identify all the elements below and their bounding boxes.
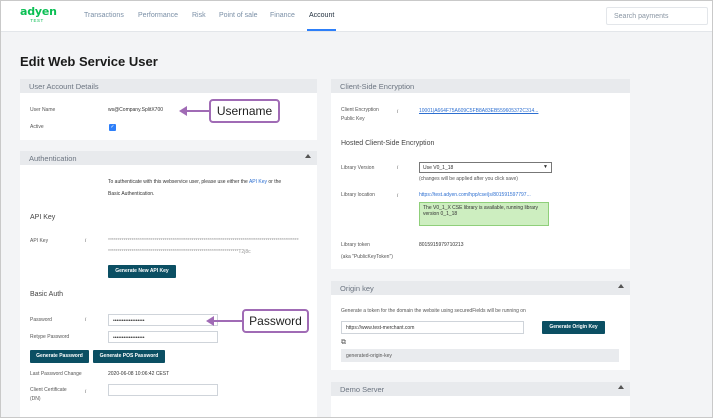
hosted-cse-heading: Hosted Client-Side Encryption xyxy=(341,140,435,147)
library-version-note: (changes will be applied after you click… xyxy=(419,176,518,182)
client-cert-label-dn: (DN) xyxy=(30,396,41,402)
panel-title: Origin key xyxy=(340,284,374,293)
api-key-line2: ****************************************… xyxy=(108,249,251,255)
nav-item-transactions[interactable]: Transactions xyxy=(84,12,124,19)
active-checkbox[interactable]: ✓ xyxy=(109,124,116,131)
collapse-icon[interactable] xyxy=(618,385,624,389)
password-label: Password xyxy=(30,317,52,323)
auth-intro: To authenticate with this webservice use… xyxy=(108,179,281,186)
generate-origin-key-button[interactable]: Generate Origin Key xyxy=(542,321,605,334)
auth-intro-line2: Basic Authentication. xyxy=(108,191,155,197)
app-window: adyen TEST Transactions Performance Risk… xyxy=(0,0,713,418)
top-nav: adyen TEST Transactions Performance Risk… xyxy=(1,1,712,32)
generate-pos-password-button[interactable]: Generate POS Password xyxy=(93,350,165,363)
encryption-key-value[interactable]: 10001|A664F75A609C5FB8A83EB559605372C314… xyxy=(419,108,538,115)
library-version-value: Use V0_1_18 xyxy=(423,165,454,171)
library-token-value: 8015915979710213 xyxy=(419,242,464,248)
password-callout-arrow xyxy=(211,320,243,322)
last-change-label: Last Password Change xyxy=(30,371,82,377)
username-label: User Name xyxy=(30,107,56,113)
generated-origin-key[interactable]: generated-origin-key xyxy=(341,349,619,362)
library-version-select[interactable]: Use V0_1_18 ▼ xyxy=(419,162,552,173)
active-label: Active xyxy=(30,124,44,130)
origin-domain-input[interactable]: https://www.test-merchant.com xyxy=(341,321,524,334)
info-icon[interactable]: i xyxy=(397,165,398,171)
collapse-icon[interactable] xyxy=(618,284,624,288)
panel-title: Client-Side Encryption xyxy=(340,82,415,91)
chevron-down-icon: ▼ xyxy=(543,164,548,170)
panel-header: Demo Server xyxy=(331,382,630,396)
panel-header: Authentication xyxy=(20,151,317,165)
nav-item-performance[interactable]: Performance xyxy=(138,12,178,19)
arrow-left-icon xyxy=(206,316,214,326)
client-cert-label: Client Certificate xyxy=(30,387,67,393)
auth-intro-suffix: or the xyxy=(268,179,282,185)
client-cert-input[interactable] xyxy=(108,384,218,396)
copy-icon[interactable]: ⧉ xyxy=(341,339,346,347)
api-key-line1: ****************************************… xyxy=(108,238,299,244)
authentication-panel: Authentication To authenticate with this… xyxy=(20,151,317,417)
generate-password-button[interactable]: Generate Password xyxy=(30,350,89,363)
username-callout-arrow xyxy=(184,110,210,112)
panel-header: Client-Side Encryption xyxy=(331,79,630,93)
library-token-label2: (aka "PublicKeyToken") xyxy=(341,254,393,260)
nav-item-risk[interactable]: Risk xyxy=(192,12,206,19)
library-location-value[interactable]: https://test.adyen.com/hpp/cse/js/801591… xyxy=(419,192,531,199)
info-icon[interactable]: i xyxy=(397,109,398,115)
info-icon[interactable]: i xyxy=(85,389,86,395)
page-title: Edit Web Service User xyxy=(20,54,158,69)
nav-item-finance[interactable]: Finance xyxy=(270,12,295,19)
library-location-label: Library location xyxy=(341,192,375,198)
panel-title: Demo Server xyxy=(340,385,385,394)
last-change-value: 2020-06-08 10:06:42 CEST xyxy=(108,371,170,377)
encryption-key-label2: Public Key xyxy=(341,116,365,122)
library-notice: The V0_1_X CSE library is available, run… xyxy=(419,202,549,226)
username-callout: Username xyxy=(209,99,280,123)
nav-item-point-of-sale[interactable]: Point of sale xyxy=(219,12,258,19)
password-input[interactable]: •••••••••••••••••• xyxy=(108,314,218,326)
basic-auth-heading: Basic Auth xyxy=(30,291,64,298)
collapse-icon[interactable] xyxy=(305,154,311,158)
password-callout: Password xyxy=(242,309,309,333)
retype-password-label: Retype Password xyxy=(30,334,70,340)
arrow-left-icon xyxy=(179,106,187,116)
info-icon[interactable]: i xyxy=(85,238,86,244)
encryption-key-label: Client Encryption xyxy=(341,107,379,113)
info-icon[interactable]: i xyxy=(85,317,86,323)
origin-key-description: Generate a token for the domain the webs… xyxy=(341,308,526,314)
api-key-heading: API Key xyxy=(30,214,56,221)
panel-header: User Account Details xyxy=(20,79,317,93)
api-key-link[interactable]: API Key xyxy=(249,179,267,185)
logo-env: TEST xyxy=(30,18,44,23)
generate-api-key-button[interactable]: Generate New API Key xyxy=(108,265,176,278)
active-tab-indicator xyxy=(307,29,336,31)
library-token-label: Library token xyxy=(341,242,370,248)
logo-text: adyen xyxy=(20,5,57,18)
search-input[interactable]: Search payments xyxy=(606,7,708,25)
auth-intro-prefix: To authenticate with this webservice use… xyxy=(108,179,248,185)
info-icon[interactable]: i xyxy=(397,193,398,199)
demo-server-panel: Demo Server xyxy=(331,382,630,417)
origin-key-panel: Origin key Generate a token for the doma… xyxy=(331,281,630,370)
panel-title: User Account Details xyxy=(29,82,99,91)
api-key-label: API Key xyxy=(30,238,49,244)
panel-header: Origin key xyxy=(331,281,630,295)
panel-title: Authentication xyxy=(29,154,77,163)
retype-password-input[interactable]: •••••••••••••••••• xyxy=(108,331,218,343)
username-value: ws@Company.SplitX700 xyxy=(108,107,164,113)
library-version-label: Library Version xyxy=(341,165,375,171)
nav-item-account[interactable]: Account xyxy=(309,12,334,19)
adyen-logo[interactable]: adyen TEST xyxy=(20,5,57,24)
cse-panel: Client-Side Encryption Client Encryption… xyxy=(331,79,630,269)
